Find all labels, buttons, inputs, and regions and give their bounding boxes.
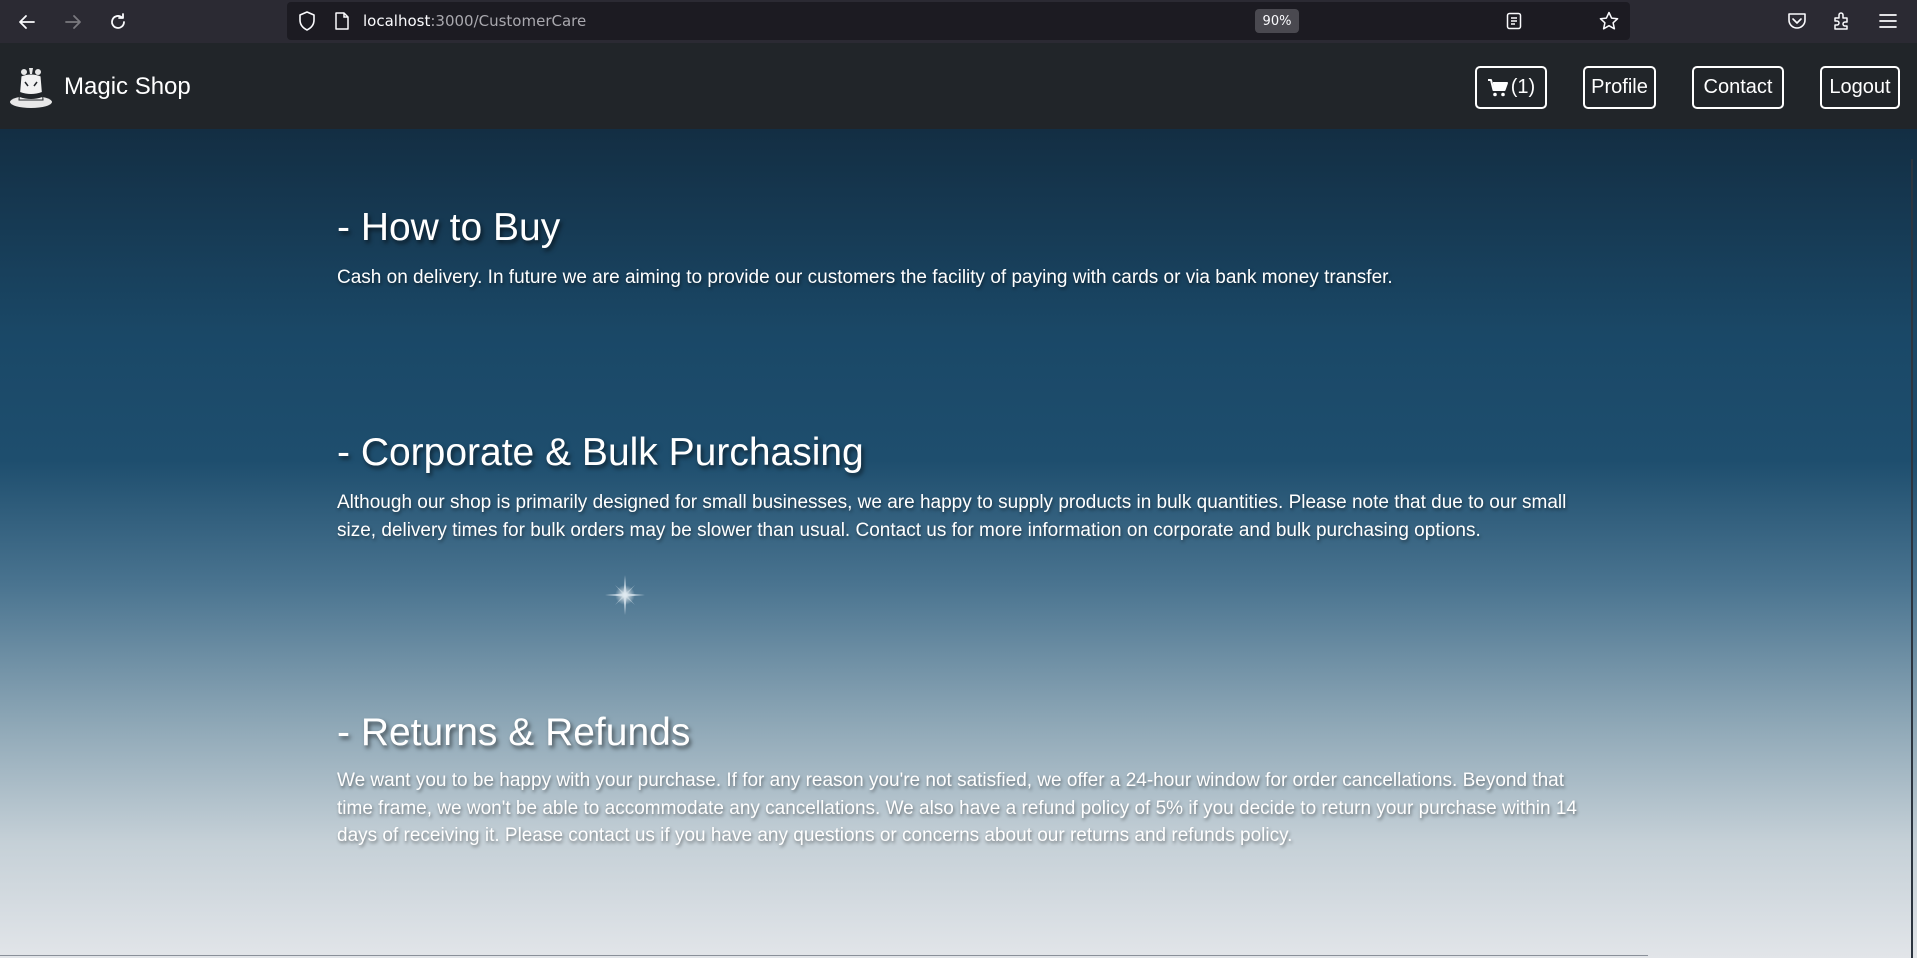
page-icon[interactable] xyxy=(331,10,353,32)
site-navbar: Magic Shop (1) Profile Contact Logout xyxy=(0,43,1917,129)
shield-icon[interactable] xyxy=(296,10,318,32)
section-heading: - Returns & Refunds xyxy=(337,711,691,754)
reader-view-icon[interactable] xyxy=(1503,10,1525,32)
browser-toolbar: localhost:3000/CustomerCare 90% xyxy=(0,0,1917,43)
forward-arrow-icon[interactable] xyxy=(58,7,88,37)
bookmark-star-icon[interactable] xyxy=(1598,10,1620,32)
cart-icon xyxy=(1487,78,1509,98)
scrollbar-thumb[interactable] xyxy=(1911,159,1913,958)
url-text[interactable]: localhost:3000/CustomerCare xyxy=(363,12,586,30)
customer-care-content: - How to Buy Cash on delivery. In future… xyxy=(0,129,1917,958)
sparkle-decoration xyxy=(603,573,647,617)
scrollbar[interactable] xyxy=(1908,129,1917,958)
pocket-icon[interactable] xyxy=(1786,10,1808,32)
menu-icon[interactable] xyxy=(1877,10,1899,32)
section-body: Although our shop is primarily designed … xyxy=(337,492,1567,541)
url-path: :3000/CustomerCare xyxy=(430,12,587,30)
zoom-level-badge[interactable]: 90% xyxy=(1255,9,1299,33)
cart-button[interactable]: (1) xyxy=(1475,66,1547,109)
brand-name[interactable]: Magic Shop xyxy=(64,73,191,101)
url-bar[interactable]: localhost:3000/CustomerCare 90% xyxy=(287,2,1630,40)
profile-button[interactable]: Profile xyxy=(1583,66,1656,109)
logout-button[interactable]: Logout xyxy=(1820,66,1900,109)
back-arrow-icon[interactable] xyxy=(12,7,42,37)
section-body: Cash on delivery. In future we are aimin… xyxy=(337,267,1393,288)
section-body: We want you to be happy with your purcha… xyxy=(337,770,1578,846)
reload-icon[interactable] xyxy=(103,7,133,37)
section-heading: - Corporate & Bulk Purchasing xyxy=(337,431,864,474)
contact-button[interactable]: Contact xyxy=(1692,66,1784,109)
extensions-icon[interactable] xyxy=(1831,10,1853,32)
section-heading: - How to Buy xyxy=(337,206,561,249)
section-bulk-purchasing: - Corporate & Bulk Purchasing Although o… xyxy=(337,431,1577,544)
magic-hat-logo-icon[interactable] xyxy=(7,64,55,110)
cart-count: (1) xyxy=(1510,76,1536,98)
footer-divider xyxy=(0,955,1648,956)
section-how-to-buy: - How to Buy Cash on delivery. In future… xyxy=(337,206,1577,292)
url-host: localhost xyxy=(363,12,431,30)
section-returns-refunds: - Returns & Refunds We want you to be ha… xyxy=(337,711,1577,850)
